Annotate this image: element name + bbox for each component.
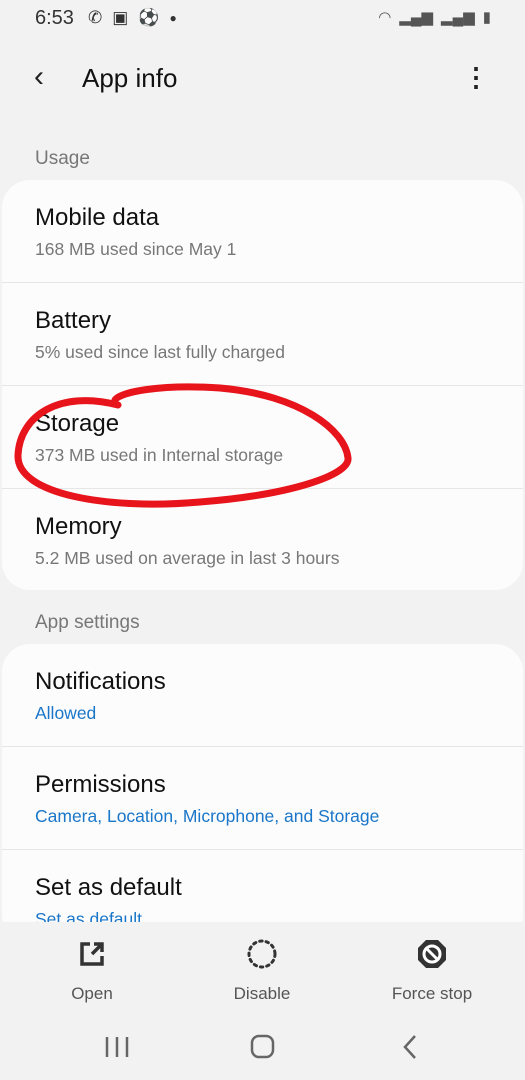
force-stop-label: Force stop (391, 984, 473, 1003)
item-title: Mobile data (35, 204, 160, 231)
whatsapp-icon: ✆ (88, 8, 103, 27)
item-subtitle: Allowed (35, 703, 97, 723)
page-title: App info (82, 63, 178, 93)
signal-icon: ▂▄▆ (441, 9, 475, 26)
clock: 6:53 (35, 7, 74, 29)
disable-button[interactable]: Disable (192, 934, 332, 1004)
item-subtitle: 168 MB used since May 1 (35, 239, 237, 259)
recent-apps-button[interactable] (104, 1034, 130, 1060)
mobile-data-item[interactable]: Mobile data 168 MB used since May 1 (2, 180, 523, 283)
item-title: Battery (35, 307, 112, 334)
gallery-icon: ▣ (112, 8, 129, 27)
section-app-settings: App settings (35, 612, 140, 633)
action-bar: Open Disable Force stop (0, 922, 525, 1080)
home-button[interactable] (250, 1034, 276, 1060)
back-nav-button[interactable] (400, 1034, 420, 1060)
wifi-icon: ◠ (378, 9, 392, 26)
item-subtitle: 5% used since last fully charged (35, 342, 285, 362)
item-title: Notifications (35, 668, 166, 695)
open-label: Open (71, 984, 113, 1003)
signal-icon: ▂▄▆ (399, 9, 434, 26)
item-subtitle: Camera, Location, Microphone, and Storag… (35, 806, 380, 826)
app-settings-card: Notifications Allowed Permissions Camera, … (2, 644, 523, 944)
back-button[interactable]: ‹ (34, 60, 44, 94)
force-stop-icon (418, 940, 446, 968)
force-stop-button[interactable]: Force stop (362, 934, 502, 1004)
permissions-item[interactable]: Permissions Camera, Location, Microphone,… (2, 747, 523, 850)
item-title: Set as default (35, 874, 182, 901)
open-external-icon (80, 942, 104, 966)
status-bar: 6:53 ✆ ▣ ⚽ ● ◠ ▂▄▆ ▂▄▆ ▮ (0, 0, 525, 38)
app-bar: ‹ App info ⋮ (0, 50, 525, 106)
disable-icon (247, 939, 277, 969)
more-options-icon[interactable]: ⋮ (463, 62, 489, 93)
item-subtitle: 5.2 MB used on average in last 3 hours (35, 548, 340, 568)
item-title: Permissions (35, 771, 166, 798)
open-button[interactable]: Open (22, 934, 162, 1004)
red-circle-annotation (14, 383, 352, 508)
disable-label: Disable (233, 984, 291, 1003)
battery-icon: ▮ (482, 9, 491, 26)
notifications-item[interactable]: Notifications Allowed (2, 644, 523, 747)
dot-icon: ● (169, 11, 177, 25)
soccer-ball-icon: ⚽ (138, 8, 160, 27)
section-usage: Usage (35, 148, 90, 169)
